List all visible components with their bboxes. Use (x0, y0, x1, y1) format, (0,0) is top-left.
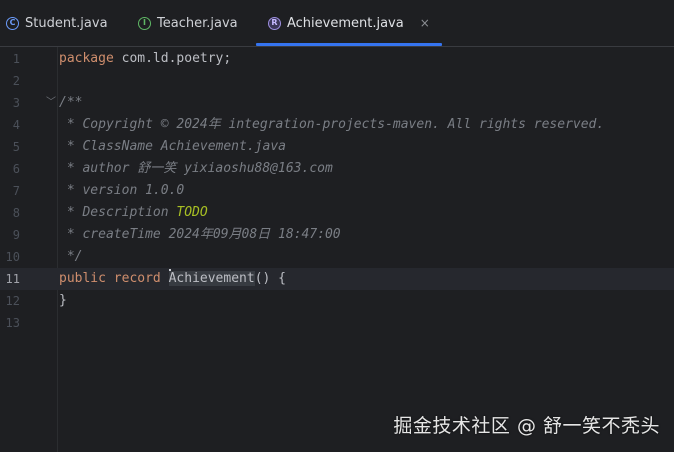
tab-label: Achievement.java (287, 15, 404, 31)
line-content: * Description TODO (59, 202, 208, 224)
line-number: 8 (12, 206, 20, 220)
closing-brace: } (59, 293, 67, 308)
line-content: public record Achievement() { (59, 268, 286, 290)
code-line[interactable]: 6 * author 舒一笑 yixiaoshu88@163.com (0, 158, 674, 180)
keyword: package (59, 51, 114, 66)
fold-chevron-icon[interactable]: ﹀ (46, 92, 56, 114)
code-line[interactable]: 8 * Description TODO (0, 202, 674, 224)
code-line[interactable]: 12 } (0, 290, 674, 312)
comment: * ClassName Achievement.java (59, 139, 286, 154)
code-line[interactable]: 1 package com.ld.poetry; (0, 48, 674, 70)
line-number: 9 (12, 228, 20, 242)
watermark: 掘金技术社区 @ 舒一笑不秃头 (393, 415, 660, 437)
line-number: 6 (12, 162, 20, 176)
line-number: 5 (12, 140, 20, 154)
line-number: 12 (5, 294, 20, 308)
line-number: 1 (12, 52, 20, 66)
code-line[interactable]: 5 * ClassName Achievement.java (0, 136, 674, 158)
close-tab-icon[interactable]: × (420, 16, 430, 30)
package-name: com.ld.poetry; (113, 51, 232, 66)
record-name: Achievement (168, 271, 255, 286)
comment: * author 舒一笑 yixiaoshu88@163.com (59, 161, 333, 176)
class-icon: C (6, 16, 19, 30)
code-line[interactable]: 9 * createTime 2024年09月08日 18:47:00 (0, 224, 674, 246)
comment: /** (59, 95, 83, 110)
line-number: 3 (12, 96, 20, 110)
comment: * version 1.0.0 (59, 183, 185, 198)
keyword: public (59, 271, 106, 286)
line-number: 7 (12, 184, 20, 198)
code-line[interactable]: 13 (0, 312, 674, 334)
editor-tab-bar: C Student.java I Teacher.java R Achievem… (0, 0, 674, 47)
code-line[interactable]: 7 * version 1.0.0 (0, 180, 674, 202)
record-params: () { (254, 271, 286, 286)
tab-label: Student.java (25, 15, 108, 31)
tab-label: Teacher.java (157, 15, 238, 31)
record-icon: R (268, 16, 281, 30)
line-content: package com.ld.poetry; (59, 48, 231, 70)
line-number: 11 (5, 272, 20, 286)
comment: */ (59, 249, 83, 264)
line-number: 10 (5, 250, 20, 264)
comment: * createTime 2024年09月08日 18:47:00 (59, 227, 341, 242)
tab-achievement-java[interactable]: R Achievement.java × (256, 0, 442, 46)
comment: * Copyright © 2024年 integration-projects… (59, 117, 605, 132)
code-line[interactable]: 2 (0, 70, 674, 92)
current-code-line[interactable]: 11 public record Achievement() { (0, 268, 674, 290)
code-editor[interactable]: 1 package com.ld.poetry; 2 3 ﹀ /** 4 * C… (0, 47, 674, 452)
todo-marker: TODO (176, 205, 208, 220)
keyword: record (113, 271, 161, 286)
code-line[interactable]: 10 */ (0, 246, 674, 268)
tab-student-java[interactable]: C Student.java (2, 0, 112, 46)
interface-icon: I (138, 16, 151, 30)
line-number: 2 (12, 74, 20, 88)
code-line[interactable]: 3 ﹀ /** (0, 92, 674, 114)
line-number: 13 (5, 316, 20, 330)
comment: * Description (59, 205, 177, 220)
tab-teacher-java[interactable]: I Teacher.java (134, 0, 242, 46)
code-line[interactable]: 4 * Copyright © 2024年 integration-projec… (0, 114, 674, 136)
line-number: 4 (12, 118, 20, 132)
